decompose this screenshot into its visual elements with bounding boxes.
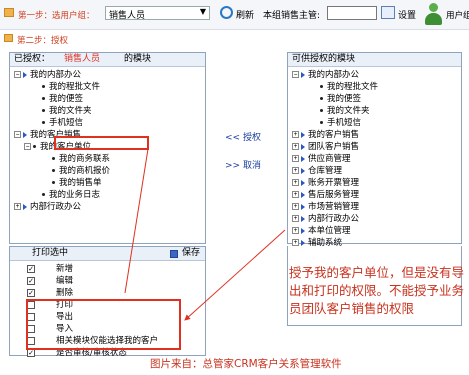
image-source-caption: 图片来自：总管家CRM客户关系管理软件 [150, 356, 342, 371]
arrow-to-perms [124, 148, 149, 294]
annotation-arrows [124, 148, 286, 321]
arrow-from-note [184, 229, 286, 321]
annotation-note: 授予我的客户单位，但是没有导出和打印的权限。不能授予业务员团队客户销售的权限 [289, 265, 465, 316]
